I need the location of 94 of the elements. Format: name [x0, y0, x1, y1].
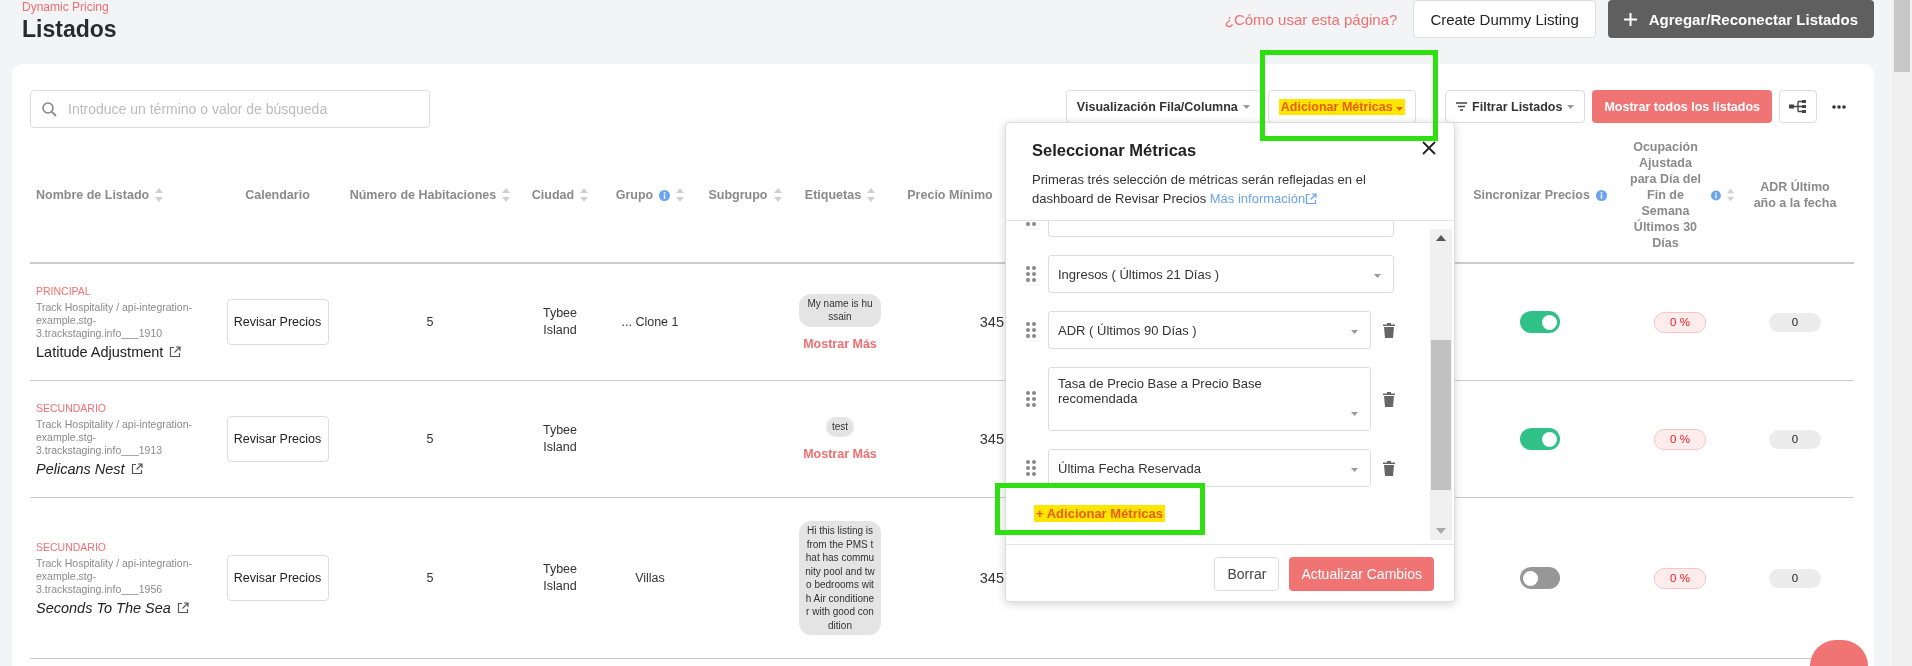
caret-icon	[1396, 106, 1404, 111]
search-field[interactable]: Introduce un término o valor de búsqueda	[30, 90, 430, 128]
sort-icon[interactable]	[773, 188, 782, 202]
tag-label: Hi this listing is from the PMS that has community pool and two bedrooms with Air conditioner with good condition	[799, 521, 881, 635]
tag-label: My name is hussain	[799, 293, 881, 327]
listing-name[interactable]: Pelicans Nest	[36, 460, 125, 477]
table-cell: Villas	[635, 571, 665, 585]
occupancy-pill: 0 %	[1654, 567, 1706, 589]
external-link-icon[interactable]	[176, 601, 189, 614]
column-header: Calendario	[245, 187, 310, 203]
info-icon	[1710, 189, 1721, 201]
listing-source: Track Hospitality / api-integration-example.stg-3.trackstaging.info___1910	[36, 300, 193, 340]
hierarchy-button[interactable]	[1779, 90, 1817, 123]
listing-name[interactable]: Seconds To The Sea	[36, 599, 171, 616]
metric-select[interactable]: Ingresos ( Últimos 21 Días )	[1048, 255, 1394, 293]
column-header: Sincronizar Precios	[1473, 187, 1590, 203]
trash-icon[interactable]	[1383, 391, 1395, 407]
table-cell: 345	[979, 431, 1004, 447]
review-prices-button[interactable]: Revisar Precios	[226, 416, 329, 462]
search-icon	[42, 102, 57, 117]
column-header: Etiquetas	[804, 187, 862, 203]
dialog-description: Primeras trés selección de métricas serán reflejadas en el dashboard de Revisar Precios Más información	[1032, 171, 1367, 208]
column-header: Nombre de Listado	[36, 187, 150, 203]
adr-pill: 0	[1769, 568, 1821, 588]
trash-icon[interactable]	[1383, 460, 1395, 476]
close-button[interactable]	[1422, 141, 1436, 155]
page-title: Listados	[22, 16, 117, 43]
plus-icon	[1623, 12, 1637, 26]
caret-icon	[1374, 274, 1381, 278]
tag-label: test	[825, 417, 855, 437]
listing-name[interactable]: Latitude Adjustment	[36, 343, 164, 360]
table-cell: 345	[979, 570, 1004, 586]
column-header: ADR Último año a la fecha	[1752, 179, 1838, 211]
metric-select[interactable]: ADR ( Últimos 90 Días )	[1048, 311, 1371, 349]
sync-toggle[interactable]	[1520, 311, 1560, 333]
clear-button[interactable]: Borrar	[1214, 557, 1280, 591]
add-listings-button[interactable]: Agregar/Reconectar Listados	[1607, 0, 1874, 38]
column-header: Subgrupo	[708, 187, 768, 203]
caret-icon	[1567, 104, 1575, 109]
sync-toggle[interactable]	[1520, 428, 1560, 450]
close-icon	[1422, 141, 1436, 155]
caret-icon	[1351, 412, 1358, 416]
create-listing-button[interactable]: Create Dummy Listing	[1413, 0, 1596, 38]
table-cell-text: Tybee Island	[541, 305, 579, 339]
caret-icon	[1351, 330, 1358, 334]
table-cell: 5	[426, 315, 434, 329]
sort-icon[interactable]	[502, 188, 511, 202]
listing-source: Track Hospitality / api-integration-example.stg-3.trackstaging.info___1913	[36, 417, 193, 457]
metric-select[interactable]: Última Fecha Reservada	[1048, 449, 1371, 487]
sort-icon[interactable]	[580, 188, 589, 202]
occupancy-pill: 0 %	[1654, 311, 1706, 333]
view-toggle-dropdown[interactable]: Visualización Fila/Columna	[1065, 90, 1261, 123]
scrollbar[interactable]	[1430, 229, 1452, 540]
scroll-up-icon[interactable]	[1436, 235, 1446, 241]
table-cell: 5	[426, 571, 434, 585]
table-cell: 5	[426, 432, 434, 446]
more-icon	[1832, 104, 1846, 109]
info-icon	[659, 189, 671, 201]
listing-role: SECUNDARIO	[36, 540, 106, 553]
adr-pill: 0	[1769, 429, 1821, 449]
table-cell-text: Tybee Island	[541, 422, 579, 456]
listing-role: PRINCIPAL	[36, 284, 91, 297]
info-icon	[1595, 189, 1607, 201]
table-cell-text: Tybee Island	[541, 561, 579, 595]
column-header: Ciudad	[531, 187, 575, 203]
adr-pill: 0	[1769, 312, 1821, 332]
occupancy-pill: 0 %	[1654, 428, 1706, 450]
listing-source: Track Hospitality / api-integration-example.stg-3.trackstaging.info___1956	[36, 556, 193, 596]
sort-icon[interactable]	[867, 188, 876, 202]
table-cell: 345	[979, 314, 1004, 330]
column-header: Grupo	[615, 187, 654, 203]
page-scrollbar[interactable]	[1892, 0, 1912, 666]
caret-icon	[1242, 104, 1250, 109]
metric-select[interactable]: Tasa de Precio Base a Precio Base recomendada	[1048, 367, 1371, 431]
sort-icon[interactable]	[676, 188, 685, 202]
sort-icon[interactable]	[1726, 188, 1734, 202]
column-header: Precio Mínimo	[907, 187, 993, 203]
hierarchy-icon	[1789, 100, 1807, 113]
review-prices-button[interactable]: Revisar Precios	[226, 299, 329, 345]
review-prices-button[interactable]: Revisar Precios	[226, 555, 329, 601]
sync-toggle[interactable]	[1520, 567, 1560, 589]
listing-role: SECUNDARIO	[36, 401, 106, 414]
column-header: Número de Habitaciones	[349, 187, 497, 203]
trash-icon[interactable]	[1383, 322, 1395, 338]
external-link-icon[interactable]	[130, 462, 143, 475]
filter-icon	[1456, 102, 1468, 111]
sort-icon[interactable]	[155, 188, 164, 202]
caret-icon	[1351, 468, 1358, 472]
filter-dropdown[interactable]: Filtrar Listados	[1445, 90, 1586, 123]
dialog-title: Seleccionar Métricas	[1032, 141, 1198, 160]
column-header: Ocupación Ajustada para Día del Fin de Semana Últimos 30 Días	[1629, 139, 1702, 251]
external-link-icon[interactable]	[169, 345, 182, 358]
table-cell: ... Clone 1	[621, 315, 679, 329]
scroll-down-icon[interactable]	[1436, 528, 1446, 534]
